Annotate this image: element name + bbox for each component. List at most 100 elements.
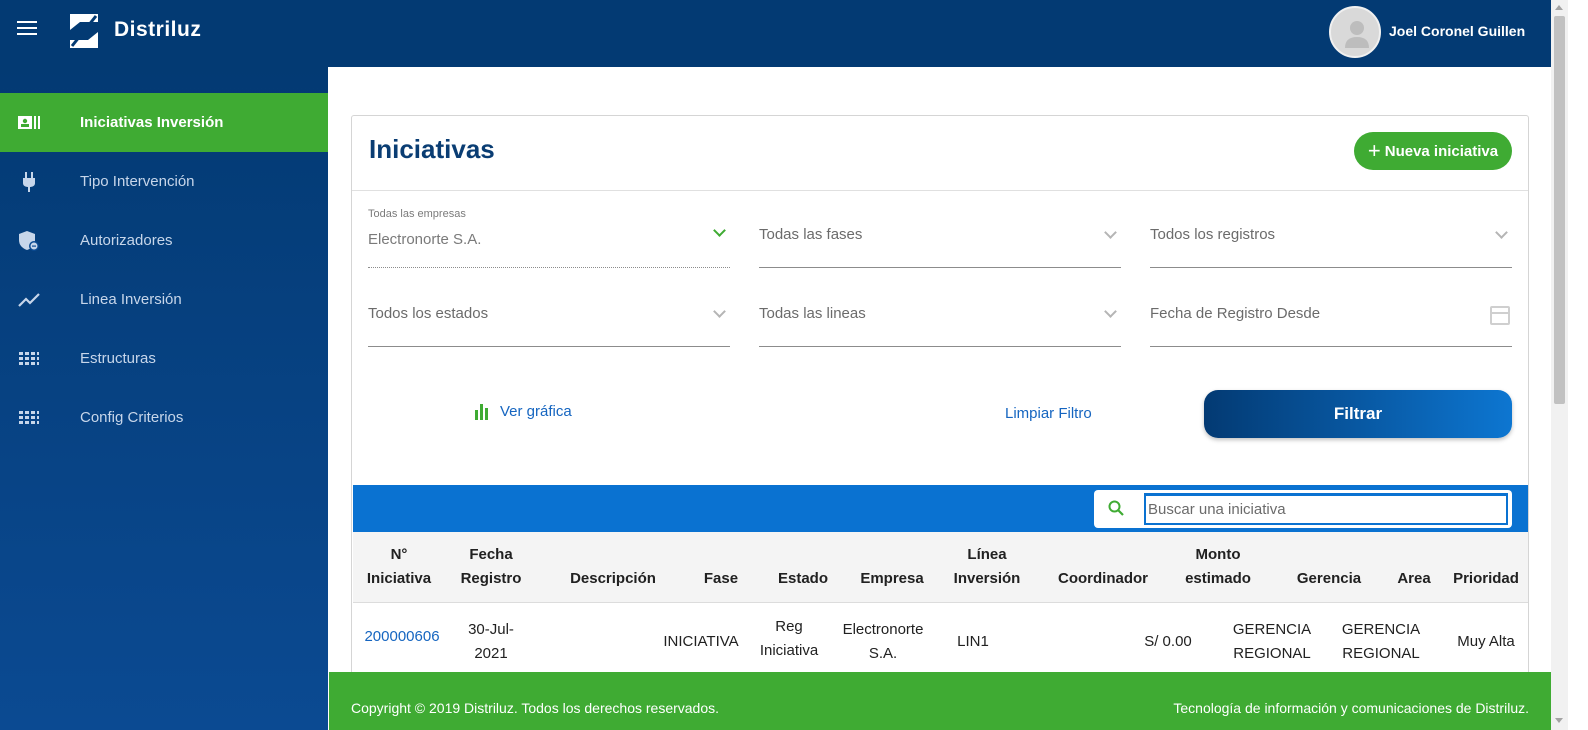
column-header-line: Registro xyxy=(460,570,522,587)
scroll-thumb[interactable] xyxy=(1554,16,1565,404)
column-header-line: Línea xyxy=(967,546,1007,563)
iniciativas-card: Iniciativas + Nueva iniciativa Todas las… xyxy=(351,115,1529,715)
cell-line: 30-Jul- xyxy=(468,621,514,638)
chevron-down-icon xyxy=(1104,226,1117,239)
distriluz-logo-icon xyxy=(70,14,98,48)
column-header-descripcion[interactable]: Descripción xyxy=(563,567,663,591)
user-silhouette-icon xyxy=(1345,21,1369,48)
vertical-scrollbar[interactable] xyxy=(1551,0,1568,730)
ver-grafica-label: Ver gráfica xyxy=(500,403,572,420)
fecha-registro-desde-field[interactable]: Fecha de Registro Desde xyxy=(1150,287,1512,347)
cell-fase: INICIATIVA xyxy=(663,633,739,650)
scroll-down-icon[interactable] xyxy=(1555,718,1563,723)
column-header-empresa[interactable]: Empresa xyxy=(851,567,933,591)
nueva-iniciativa-label: Nueva iniciativa xyxy=(1384,142,1499,160)
bar-chart-icon xyxy=(475,403,490,420)
sidebar-item-iniciativas-inversion[interactable]: Iniciativas Inversión xyxy=(0,93,328,152)
nueva-iniciativa-button[interactable]: + Nueva iniciativa xyxy=(1354,132,1512,170)
column-header-line: Iniciativa xyxy=(366,570,432,587)
filtrar-button[interactable]: Filtrar xyxy=(1204,390,1512,438)
estados-select[interactable]: Todos los estados xyxy=(368,287,730,347)
sidebar-item-label: Tipo Intervención xyxy=(80,173,195,190)
column-header-coordinador[interactable]: Coordinador xyxy=(1053,567,1153,591)
search-box xyxy=(1094,490,1512,528)
sidebar-item-config-criterios[interactable]: Config Criterios xyxy=(0,388,328,447)
column-header-line: N° xyxy=(390,546,408,563)
sidebar-item-label: Linea Inversión xyxy=(80,291,182,308)
cell-line: REGIONAL xyxy=(1233,645,1311,662)
cell-line: GERENCIA xyxy=(1341,621,1421,638)
plug-icon xyxy=(23,172,35,192)
ver-grafica-link[interactable]: Ver gráfica xyxy=(475,403,572,420)
column-header-line: Inversión xyxy=(953,570,1021,587)
lineas-select[interactable]: Todas las lineas xyxy=(759,287,1121,347)
hamburger-menu-icon[interactable] xyxy=(17,21,37,39)
sidebar-item-label: Estructuras xyxy=(80,350,156,367)
column-header-line: estimado xyxy=(1185,570,1251,587)
column-header-line: Fecha xyxy=(469,546,513,563)
sidebar-item-linea-inversion[interactable]: Linea Inversión xyxy=(0,270,328,329)
cell-line: Iniciativa xyxy=(759,642,819,659)
table-toolbar xyxy=(353,485,1528,532)
page-title: Iniciativas xyxy=(369,134,495,164)
search-icon[interactable] xyxy=(1108,500,1124,516)
sidebar-item-label: Autorizadores xyxy=(80,232,173,249)
cell-line: Reg xyxy=(775,618,803,635)
chevron-down-icon xyxy=(1104,305,1117,318)
chevron-down-icon xyxy=(713,305,726,318)
lineas-select-value: Todas las lineas xyxy=(759,305,866,322)
sidebar-item-autorizadores[interactable]: Autorizadores xyxy=(0,211,328,270)
column-header-numero[interactable]: N° Iniciativa xyxy=(357,543,441,591)
fases-select[interactable]: Todas las fases xyxy=(759,208,1121,268)
trending-line-icon xyxy=(18,293,40,307)
scroll-up-icon[interactable] xyxy=(1555,5,1563,10)
cell-prioridad: Muy Alta xyxy=(1457,633,1515,650)
footer-tagline: Tecnología de información y comunicacion… xyxy=(1173,700,1529,716)
cell-gerencia: GERENCIA REGIONAL xyxy=(1225,618,1319,666)
cell-line: S.A. xyxy=(868,645,898,662)
column-header-monto[interactable]: Monto estimado xyxy=(1173,543,1263,591)
column-header-prioridad[interactable]: Prioridad xyxy=(1447,567,1525,591)
cell-estado: Reg Iniciativa xyxy=(751,615,827,663)
registros-select[interactable]: Todos los registros xyxy=(1150,208,1512,268)
limpiar-filtro-link[interactable]: Limpiar Filtro xyxy=(1005,405,1092,422)
cell-line: Electronorte xyxy=(842,621,924,638)
column-header-estado[interactable]: Estado xyxy=(771,567,835,591)
column-header-gerencia[interactable]: Gerencia xyxy=(1287,567,1371,591)
user-name[interactable]: Joel Coronel Guillen xyxy=(1389,23,1525,39)
shield-lock-icon xyxy=(19,231,39,251)
column-header-linea[interactable]: Línea Inversión xyxy=(945,543,1029,591)
sidebar-item-label: Iniciativas Inversión xyxy=(80,114,224,131)
sidebar: Iniciativas Inversión Tipo Intervención … xyxy=(0,67,328,730)
brand-name: Distriluz xyxy=(114,18,202,41)
column-header-fase[interactable]: Fase xyxy=(691,567,751,591)
top-bar: Distriluz Joel Coronel Guillen xyxy=(0,0,1551,67)
grid-icon xyxy=(19,352,39,365)
divider xyxy=(352,190,1528,191)
chevron-down-icon xyxy=(1495,226,1508,239)
column-header-fecha[interactable]: Fecha Registro xyxy=(449,543,533,591)
search-input[interactable] xyxy=(1144,493,1508,525)
cell-line: 2021 xyxy=(474,645,508,662)
sidebar-item-tipo-intervencion[interactable]: Tipo Intervención xyxy=(0,152,328,211)
cell-line: GERENCIA xyxy=(1232,621,1312,638)
fases-select-value: Todas las fases xyxy=(759,226,863,243)
empresa-select-label: Todas las empresas xyxy=(368,208,466,220)
empresa-select[interactable]: Todas las empresas Electronorte S.A. xyxy=(368,208,730,268)
plus-icon: + xyxy=(1367,138,1381,163)
cell-line: REGIONAL xyxy=(1342,645,1420,662)
sidebar-item-estructuras[interactable]: Estructuras xyxy=(0,329,328,388)
footer-copyright: Copyright © 2019 Distriluz. Todos los de… xyxy=(351,700,720,716)
column-header-line: Monto xyxy=(1195,546,1241,563)
cell-empresa: Electronorte S.A. xyxy=(833,618,933,666)
cell-numero-link[interactable]: 200000606 xyxy=(357,625,447,649)
table-header: N° Iniciativa Fecha Registro Descripción… xyxy=(353,532,1528,603)
column-header-area[interactable]: Area xyxy=(1389,567,1439,591)
empresa-select-value: Electronorte S.A. xyxy=(368,231,482,248)
registros-select-value: Todos los registros xyxy=(1150,226,1276,243)
chevron-down-icon xyxy=(713,224,726,237)
calendar-icon[interactable] xyxy=(1490,306,1510,325)
id-card-icon xyxy=(18,116,40,129)
cell-monto: S/ 0.00 xyxy=(1144,633,1192,650)
avatar[interactable] xyxy=(1329,6,1381,58)
